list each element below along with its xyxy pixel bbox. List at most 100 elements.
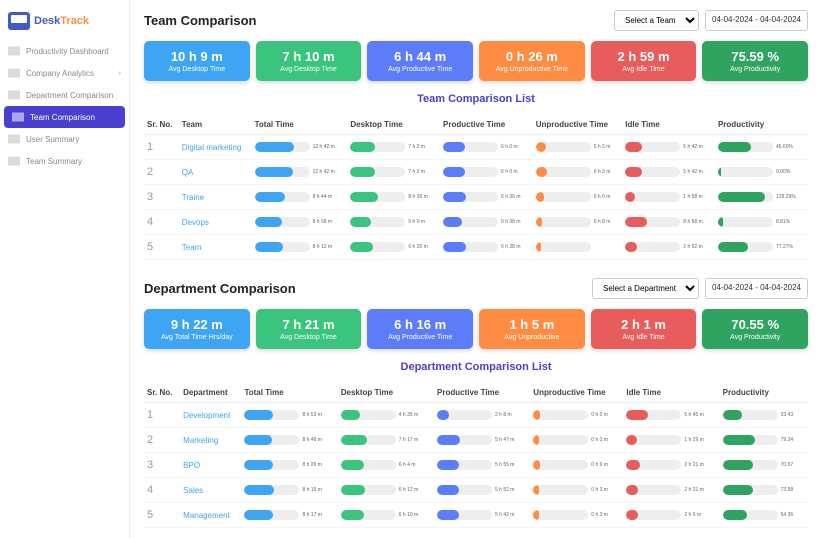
nav-icon (8, 68, 20, 78)
stat-card: 9 h 22 mAvg Total Time Hrs/day (144, 309, 250, 349)
metric-pill: 6 h 0 m (443, 167, 530, 177)
metric-pill: 8 h 53 m (244, 410, 334, 420)
metric-pill: 8 h 48 m (244, 435, 334, 445)
metric-pill: 8.81% (718, 217, 805, 227)
col-header: Desktop Time (347, 115, 440, 135)
metric-pill: 6 h 20 m (350, 242, 437, 252)
row-link[interactable]: Management (180, 503, 241, 528)
stat-card: 0 h 26 mAvg Unproductive Time (479, 41, 585, 81)
metric-pill: 128.29% (718, 192, 805, 202)
team-select[interactable]: Select a Team (614, 10, 699, 31)
metric-pill: 8 h 26 m (244, 460, 334, 470)
metric-pill: 7 h 2 m (350, 167, 437, 177)
stat-card: 7 h 21 mAvg Desktop Time (256, 309, 362, 349)
nav-item-user-summary[interactable]: User Summary (0, 128, 129, 150)
nav-icon (8, 156, 20, 166)
nav-icon (8, 46, 20, 56)
team-title: Team Comparison (144, 13, 256, 28)
sidebar: DeskTrack Productivity DashboardCompany … (0, 0, 130, 538)
stat-card: 2 h 1 mAvg Idle Time (591, 309, 697, 349)
col-header: Sr. No. (144, 383, 180, 403)
metric-pill: 1 h 29 m (626, 435, 716, 445)
stat-card: 6 h 44 mAvg Productive Time (367, 41, 473, 81)
row-link[interactable]: BPO (180, 453, 241, 478)
dept-date-range[interactable]: 04-04-2024 - 04-04-2024 (705, 278, 808, 299)
metric-pill: 0 h 9 m (533, 460, 620, 470)
col-header: Total Time (241, 383, 337, 403)
row-link[interactable]: Traine (179, 185, 252, 210)
col-header: Idle Time (622, 115, 715, 135)
col-header: Idle Time (623, 383, 719, 403)
col-header: Sr. No. (144, 115, 179, 135)
metric-pill: 73.58 (723, 485, 805, 495)
metric-pill: 0 h 3 m (536, 167, 620, 177)
metric-pill: 70.57 (723, 460, 805, 470)
metric-pill: 0 h 8 m (536, 217, 620, 227)
metric-pill: 2 h 8 m (437, 410, 527, 420)
metric-pill: 1 h 58 m (625, 192, 712, 202)
col-header: Total Time (252, 115, 348, 135)
metric-pill: 2 h 21 m (626, 460, 716, 470)
metric-pill: 12 h 42 m (255, 167, 345, 177)
metric-pill: 0 h 3 m (536, 142, 620, 152)
nav-icon (8, 134, 20, 144)
row-link[interactable]: Team (179, 235, 252, 260)
logo: DeskTrack (0, 8, 129, 40)
table-row: 5Management8 h 17 m6 h 10 m5 h 42 m0 h 3… (144, 503, 808, 528)
nav-item-department-comparison[interactable]: Department Comparison (0, 84, 129, 106)
stat-card: 10 h 9 mAvg Desktop Time (144, 41, 250, 81)
dept-title: Department Comparison (144, 281, 296, 296)
metric-pill: 79.34 (723, 435, 805, 445)
row-link[interactable]: Sales (180, 478, 241, 503)
nav-item-team-comparison[interactable]: Team Comparison (4, 106, 125, 128)
nav-item-productivity-dashboard[interactable]: Productivity Dashboard (0, 40, 129, 62)
nav-icon (12, 112, 24, 122)
metric-pill: 8 h 12 m (255, 242, 345, 252)
metric-pill: 6 h 10 m (341, 510, 431, 520)
metric-pill: 0.00% (718, 167, 805, 177)
team-table: Sr. No. Team Total TimeDesktop TimeProduct… (144, 115, 808, 260)
team-list-title: Team Comparison List (144, 93, 808, 105)
row-link[interactable]: Development (180, 403, 241, 428)
dept-list-title: Department Comparison List (144, 361, 808, 373)
metric-pill: 2 h 6 m (626, 510, 716, 520)
table-row: 4Devops8 h 58 m0 h 0 m0 h 38 m0 h 8 m8 h… (144, 210, 808, 235)
stat-card: 2 h 59 mAvg Idle Time (591, 41, 697, 81)
team-date-range[interactable]: 04-04-2024 - 04-04-2024 (705, 10, 808, 31)
metric-pill: 2 h 52 m (625, 242, 712, 252)
metric-pill: 7 h 2 m (350, 142, 437, 152)
main-content: Team Comparison Select a Team 04-04-2024 -… (130, 0, 822, 538)
metric-pill: 0 h 3 m (533, 435, 620, 445)
metric-pill: 54.36 (723, 510, 805, 520)
table-row: 4Sales8 h 19 m6 h 12 m5 h 52 m0 h 3 m2 h… (144, 478, 808, 503)
row-link[interactable]: Marketing (180, 428, 241, 453)
metric-pill: 0 h 38 m (443, 217, 530, 227)
row-link[interactable]: QA (179, 160, 252, 185)
nav-item-company-analytics[interactable]: Company Analytics› (0, 62, 129, 84)
table-row: 3BPO8 h 26 m6 h 4 m5 h 55 m0 h 9 m2 h 21… (144, 453, 808, 478)
row-link[interactable]: Digital marketing (179, 135, 252, 160)
stat-card: 6 h 16 mAvg Productive Time (367, 309, 473, 349)
metric-pill: 45.60% (718, 142, 805, 152)
logo-icon (8, 12, 30, 30)
col-header: Productive Time (440, 115, 533, 135)
metric-pill: 2 h 21 m (626, 485, 716, 495)
table-row: 1Digital marketing12 h 42 m7 h 2 m6 h 0 … (144, 135, 808, 160)
col-header: Unproductive Time (530, 383, 623, 403)
stat-card: 1 h 5 mAvg Unproductive (479, 309, 585, 349)
metric-pill: 6 h 0 m (443, 142, 530, 152)
row-link[interactable]: Devops (179, 210, 252, 235)
dept-select[interactable]: Select a Department (592, 278, 699, 299)
metric-pill: 8 h 36 m (350, 192, 437, 202)
metric-pill: 8 h 44 m (255, 192, 345, 202)
stat-card: 75.59 %Avg Productivity (702, 41, 808, 81)
metric-pill: 6 h 12 m (341, 485, 431, 495)
metric-pill: 6 h 4 m (341, 460, 431, 470)
nav-item-team-summary[interactable]: Team Summary (0, 150, 129, 172)
table-row: 5Team8 h 12 m6 h 20 m6 h 28 m2 h 52 m77.… (144, 235, 808, 260)
table-row: 2QA12 h 42 m7 h 2 m6 h 0 m0 h 3 m5 h 42 … (144, 160, 808, 185)
metric-pill: 5 h 45 m (626, 410, 716, 420)
metric-pill: 4 h 35 m (341, 410, 431, 420)
metric-pill: 0 h 0 m (533, 410, 620, 420)
metric-pill (536, 242, 620, 252)
